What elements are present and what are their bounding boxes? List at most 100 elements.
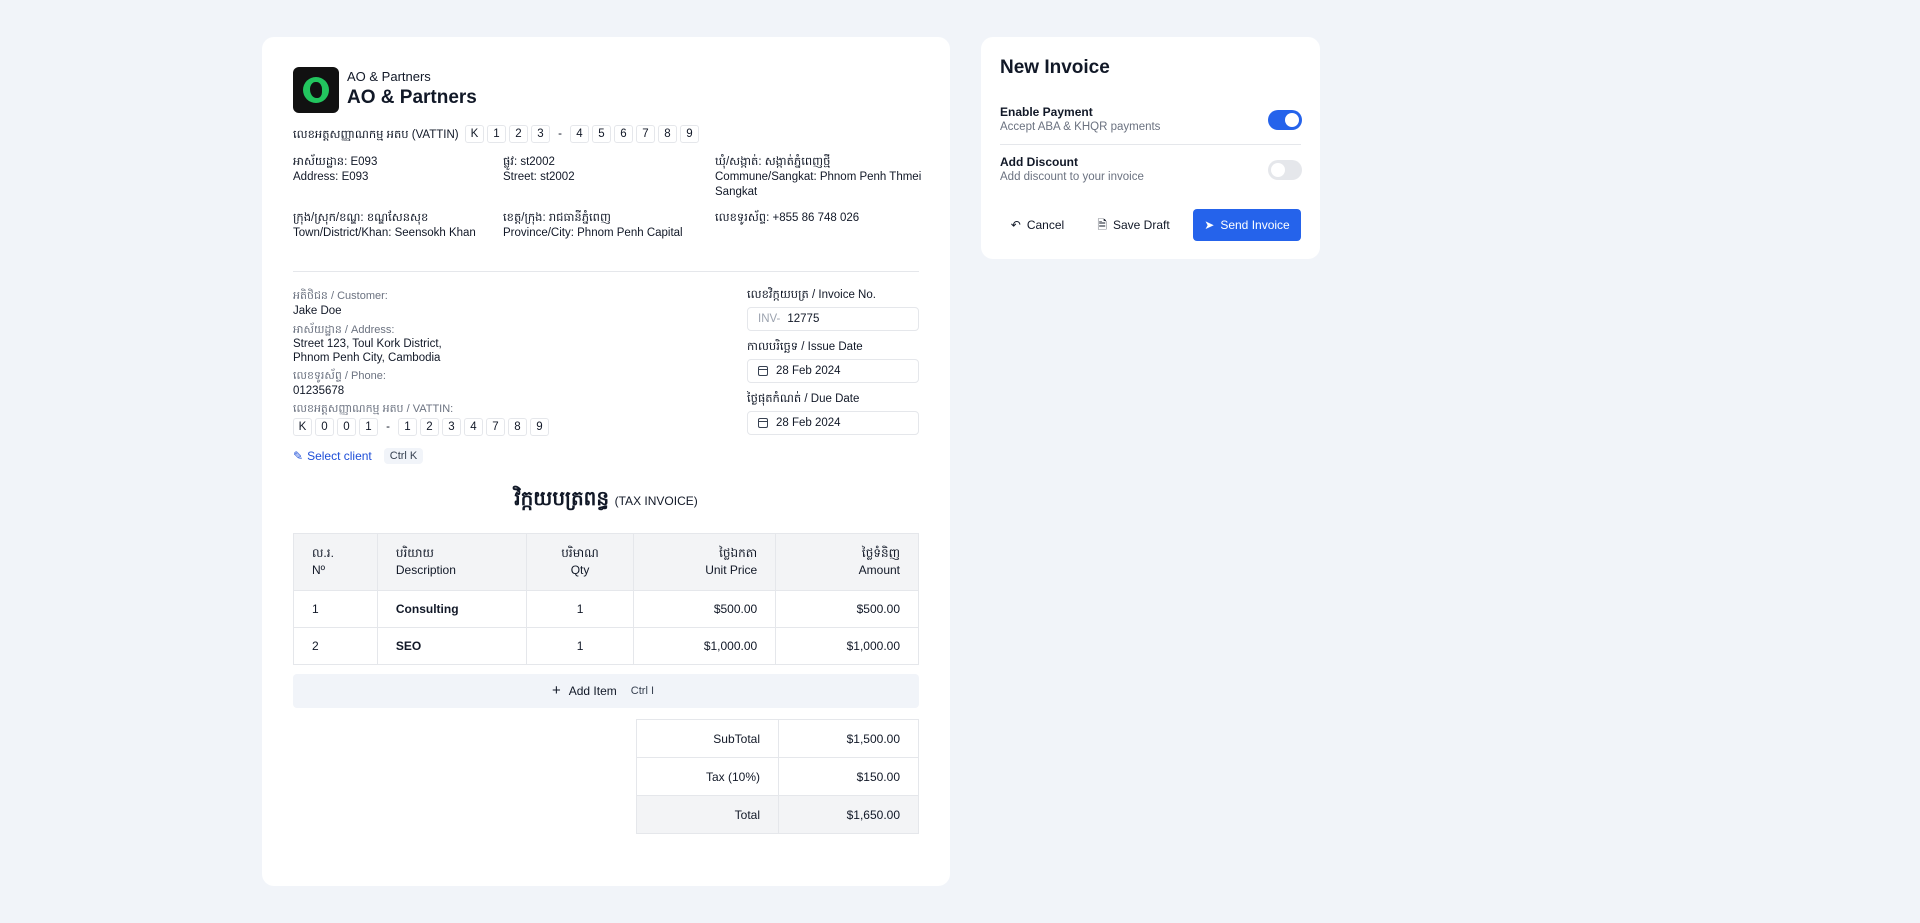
total-label: Total bbox=[636, 795, 779, 834]
tax-invoice-title: វិក្កយបត្រពន្ធ (TAX INVOICE) bbox=[262, 485, 950, 515]
vat-char: K bbox=[293, 418, 312, 436]
vat-char: 9 bbox=[680, 125, 699, 143]
plus-icon: + bbox=[551, 682, 561, 699]
street-en: Street: st2002 bbox=[503, 171, 575, 183]
customer-value: Jake Doe bbox=[293, 305, 342, 317]
company-vat-boxes: K 1 2 3 - 4 5 6 7 8 9 bbox=[465, 125, 699, 143]
cancel-button[interactable]: ↶ Cancel bbox=[1000, 209, 1075, 241]
vat-char: 7 bbox=[486, 418, 505, 436]
due-date-picker[interactable]: 28 Feb 2024 bbox=[747, 411, 919, 435]
calendar-icon bbox=[758, 366, 768, 376]
vat-char: 2 bbox=[420, 418, 439, 436]
row-qty[interactable]: 1 bbox=[525, 627, 635, 665]
company-commune: ឃុំ/សង្កាត់: សង្កាត់ភ្នំពេញថ្មី Commune/… bbox=[715, 155, 925, 200]
header-unit-price: ថ្លៃឯកតា Unit Price bbox=[633, 533, 777, 591]
header-amount: ថ្លៃទំនិញ Amount bbox=[775, 533, 919, 591]
total-row: Total $1,650.00 bbox=[636, 795, 919, 834]
table-row[interactable]: 2 SEO 1 $1,000.00 $1,000.00 bbox=[293, 627, 919, 665]
vat-char: - bbox=[386, 421, 390, 433]
vat-char: 3 bbox=[531, 125, 550, 143]
customer-address-line2: Phnom Penh City, Cambodia bbox=[293, 352, 441, 364]
vat-char: 5 bbox=[592, 125, 611, 143]
header-qty: បរិមាណ Qty bbox=[525, 533, 635, 591]
new-invoice-panel: New Invoice Enable Payment Accept ABA & … bbox=[981, 37, 1320, 259]
vat-char: 1 bbox=[359, 418, 378, 436]
enable-payment-title: Enable Payment bbox=[1000, 105, 1093, 119]
company-logo-icon bbox=[293, 67, 339, 113]
vat-char: 1 bbox=[398, 418, 417, 436]
send-icon: ➤ bbox=[1204, 218, 1215, 232]
district-km: ក្រុង/ស្រុក/ខណ្ឌ: ខណ្ឌសែនសុខ bbox=[293, 212, 429, 224]
row-unit-price[interactable]: $500.00 bbox=[633, 590, 777, 628]
customer-phone-label: លេខទូរស័ព្ទ / Phone: bbox=[293, 370, 386, 382]
invoice-number-label: លេខវិក្កយបត្រ / Invoice No. bbox=[747, 289, 876, 301]
subtotal-value: $1,500.00 bbox=[778, 719, 919, 758]
save-draft-label: Save Draft bbox=[1112, 218, 1170, 232]
add-discount-subtitle: Add discount to your invoice bbox=[1000, 171, 1144, 183]
header-description: បរិយាយ Description bbox=[376, 533, 527, 591]
header-divider bbox=[293, 271, 919, 272]
items-table: ល.រ. Nº បរិយាយ Description បរិមាណ Qty ថ្លៃឯ… bbox=[293, 533, 919, 665]
house-en: Address: E093 bbox=[293, 171, 369, 183]
calendar-icon bbox=[758, 418, 768, 428]
add-item-shortcut: Ctrl I bbox=[630, 685, 655, 697]
row-qty[interactable]: 1 bbox=[525, 590, 635, 628]
due-date-label: ថ្ងៃផុតកំណត់ / Due Date bbox=[747, 393, 860, 405]
send-invoice-button[interactable]: ➤ Send Invoice bbox=[1193, 209, 1301, 241]
save-draft-button[interactable]: 🗎 Save Draft bbox=[1091, 209, 1176, 241]
table-row[interactable]: 1 Consulting 1 $500.00 $500.00 bbox=[293, 590, 919, 628]
row-description[interactable]: SEO bbox=[376, 627, 527, 665]
row-amount: $500.00 bbox=[775, 590, 919, 628]
vat-char: 9 bbox=[530, 418, 549, 436]
subtotal-label: SubTotal bbox=[636, 719, 779, 758]
issue-date-picker[interactable]: 28 Feb 2024 bbox=[747, 359, 919, 383]
vat-char: 2 bbox=[509, 125, 528, 143]
cancel-label: Cancel bbox=[1026, 218, 1065, 232]
company-vat-label: លេខអត្តសញ្ញាណកម្ម អតប (VATTIN) bbox=[293, 129, 459, 141]
send-invoice-label: Send Invoice bbox=[1220, 218, 1290, 232]
panel-separator bbox=[1000, 144, 1301, 145]
vat-char: 8 bbox=[658, 125, 677, 143]
header-no: ល.រ. Nº bbox=[293, 533, 378, 591]
row-unit-price[interactable]: $1,000.00 bbox=[633, 627, 777, 665]
vat-char: 4 bbox=[570, 125, 589, 143]
house-km: អាស័យដ្ឋាន: E093 bbox=[293, 156, 378, 168]
vat-char: 0 bbox=[337, 418, 356, 436]
add-item-label: Add Item bbox=[568, 684, 617, 698]
issue-date-value: 28 Feb 2024 bbox=[776, 365, 841, 377]
select-client-label: Select client bbox=[307, 449, 372, 463]
add-discount-toggle[interactable] bbox=[1268, 160, 1302, 180]
select-client-button[interactable]: ✎ Select client Ctrl K bbox=[293, 448, 424, 464]
company-district: ក្រុង/ស្រុក/ខណ្ឌ: ខណ្ឌសែនសុខ Town/Distri… bbox=[293, 211, 498, 241]
vat-char: - bbox=[558, 128, 562, 140]
enable-payment-subtitle: Accept ABA & KHQR payments bbox=[1000, 121, 1161, 133]
street-km: ផ្លូវ: st2002 bbox=[503, 156, 555, 168]
subtotal-row: SubTotal $1,500.00 bbox=[636, 719, 919, 758]
district-en: Town/District/Khan: Seensokh Khan bbox=[293, 227, 476, 239]
vat-char: 8 bbox=[508, 418, 527, 436]
invoice-number-input[interactable]: INV- 12775 bbox=[747, 307, 919, 331]
invoice-card: AO & Partners AO & Partners លេខអត្តសញ្ញា… bbox=[262, 37, 950, 886]
row-no: 2 bbox=[293, 627, 378, 665]
company-phone: លេខទូរស័ព្ទ: +855 86 748 026 bbox=[715, 212, 860, 224]
row-description[interactable]: Consulting bbox=[376, 590, 527, 628]
company-street: ផ្លូវ: st2002 Street: st2002 bbox=[503, 155, 703, 185]
document-icon: 🗎 bbox=[1097, 218, 1107, 232]
customer-vat-label: លេខអត្តសញ្ញាណកម្ម អតប / VATTIN: bbox=[293, 403, 454, 415]
totals-table: SubTotal $1,500.00 Tax (10%) $150.00 Tot… bbox=[636, 719, 919, 834]
add-discount-title: Add Discount bbox=[1000, 155, 1078, 169]
province-en: Province/City: Phnom Penh Capital bbox=[503, 227, 683, 239]
vat-char: 3 bbox=[442, 418, 461, 436]
add-item-button[interactable]: + Add Item Ctrl I bbox=[293, 674, 919, 708]
company-province: ខេត្ត/ក្រុង: រាជធានីភ្នំពេញ Province/Cit… bbox=[503, 211, 708, 241]
company-name: AO & Partners bbox=[347, 87, 477, 108]
vat-char: 0 bbox=[315, 418, 334, 436]
select-client-shortcut: Ctrl K bbox=[383, 448, 424, 464]
undo-icon: ↶ bbox=[1010, 218, 1021, 232]
company-name-small: AO & Partners bbox=[347, 69, 431, 84]
vat-char: 7 bbox=[636, 125, 655, 143]
invoice-number-prefix: INV- bbox=[758, 313, 781, 325]
enable-payment-toggle[interactable] bbox=[1268, 110, 1302, 130]
commune-en: Commune/Sangkat: Phnom Penh Thmei Sangka… bbox=[715, 171, 922, 198]
customer-phone-value: 01235678 bbox=[293, 385, 345, 397]
